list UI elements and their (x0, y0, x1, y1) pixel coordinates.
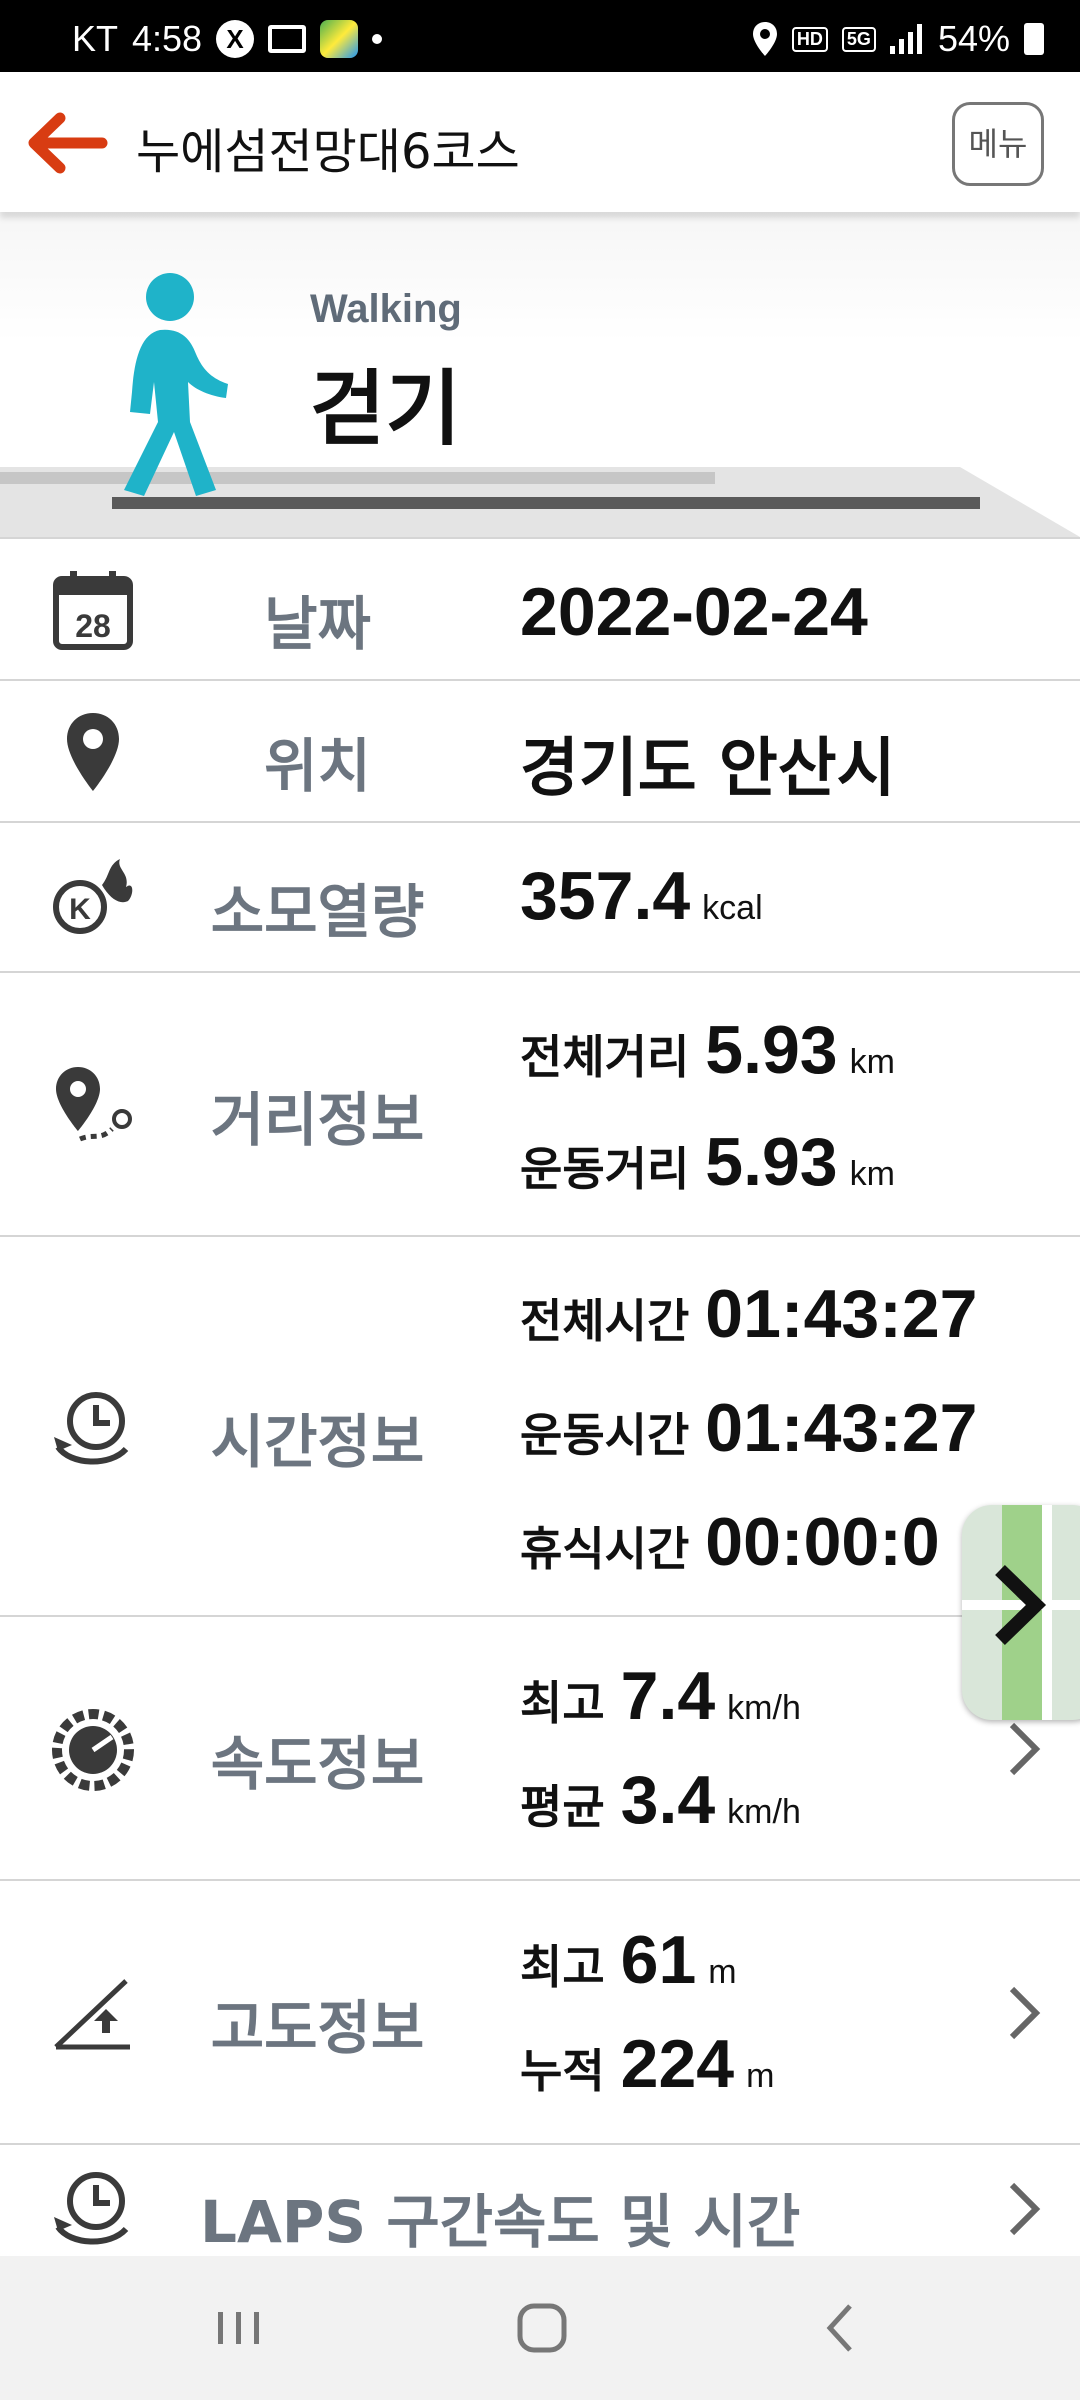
cumulative-altitude-label: 누적 (520, 2044, 605, 2098)
svg-text:28: 28 (75, 608, 111, 644)
total-distance-label: 전체거리 (520, 1030, 690, 1084)
mail-icon (268, 25, 307, 53)
route-pin-icon (50, 1063, 136, 1149)
hd-badge: HD (791, 26, 828, 52)
total-time-line: 전체시간 01:43:27 (520, 1275, 977, 1353)
total-distance-value: 5.93 (705, 1012, 838, 1088)
battery-percent: 54% (937, 18, 1010, 59)
chevron-right-icon (1009, 1722, 1041, 1776)
calories-label: 소모열량 (210, 878, 425, 946)
moving-time-line: 운동시간 01:43:27 (520, 1389, 977, 1467)
calendar-icon: 28 (50, 567, 136, 653)
rest-time-value: 00:00:0 (705, 1504, 940, 1580)
cumulative-altitude-unit: m (746, 2057, 775, 2095)
moving-distance-label: 운동거리 (520, 1142, 690, 1196)
location-value: 경기도 안산시 (520, 732, 896, 806)
distance-label: 거리정보 (210, 1086, 425, 1154)
distance-row: 거리정보 전체거리 5.93 km 운동거리 5.93 km (0, 971, 1080, 1235)
status-right: HD 5G 54% (752, 18, 1044, 60)
speedometer-icon (50, 1707, 136, 1793)
moving-distance-line: 운동거리 5.93 km (520, 1123, 895, 1201)
calories-row: K 소모열량 357.4 kcal (0, 821, 1080, 971)
page-title: 누에섬전망대6코스 (136, 124, 520, 180)
notification-dot-icon (372, 34, 383, 44)
avg-speed-label: 평균 (520, 1780, 605, 1834)
cumulative-altitude-value: 224 (620, 2026, 735, 2102)
max-speed-label: 최고 (520, 1676, 605, 1730)
recent-apps-icon[interactable] (206, 2296, 270, 2360)
chevron-right-icon (995, 1564, 1047, 1646)
time-row: 시간정보 전체시간 01:43:27 운동시간 01:43:27 휴식시간 00… (0, 1235, 1080, 1615)
chevron-right-icon (1009, 2182, 1041, 2236)
moving-distance-value: 5.93 (705, 1124, 838, 1200)
laps-label: LAPS 구간속도 및 시간 (200, 2188, 801, 2256)
back-button[interactable] (22, 108, 112, 178)
avg-speed-value: 3.4 (620, 1762, 716, 1838)
back-nav-icon[interactable] (810, 2296, 874, 2360)
max-altitude-value: 61 (620, 1922, 697, 1998)
svg-text:K: K (69, 893, 91, 926)
date-row: 28 날짜 2022-02-24 (0, 537, 1080, 679)
altitude-label: 고도정보 (210, 1994, 425, 2062)
moving-distance-unit: km (849, 1155, 895, 1193)
x-app-icon: X (216, 20, 255, 58)
moving-time-label: 운동시간 (520, 1408, 690, 1462)
status-bar: KT 4:58 X HD 5G 54% (0, 0, 1080, 72)
rest-time-label: 휴식시간 (520, 1522, 690, 1576)
kcal-flame-icon: K (50, 855, 136, 941)
system-nav-bar (0, 2256, 1080, 2400)
walking-figure-icon (110, 272, 240, 506)
slope-up-icon (50, 1971, 136, 2057)
avg-speed-unit: km/h (727, 1793, 801, 1831)
location-row: 위치 경기도 안산시 (0, 679, 1080, 821)
calories-value-line: 357.4 kcal (520, 857, 763, 935)
record-list: 28 날짜 2022-02-24 위치 경기도 안산시 K 소모열량 357.4… (0, 537, 1080, 2293)
chevron-right-icon (1009, 1986, 1041, 2040)
total-time-value: 01:43:27 (705, 1276, 978, 1352)
activity-type-en: Walking (310, 287, 462, 331)
menu-button[interactable]: 메뉴 (952, 102, 1044, 186)
signal-icon (889, 24, 922, 54)
max-speed-unit: km/h (727, 1689, 801, 1727)
clock-cycle-icon (50, 2165, 136, 2251)
rest-time-line: 휴식시간 00:00:0 (520, 1503, 940, 1581)
status-left: KT 4:58 X (72, 18, 383, 60)
calories-unit: kcal (702, 889, 763, 927)
location-label: 위치 (264, 732, 371, 800)
app-bar: 누에섬전망대6코스 메뉴 (0, 72, 1080, 212)
altitude-row[interactable]: 고도정보 최고 61 m 누적 224 m (0, 1879, 1080, 2143)
cumulative-altitude-line: 누적 224 m (520, 2025, 774, 2103)
map-preview-button[interactable] (962, 1505, 1080, 1720)
total-time-label: 전체시간 (520, 1294, 690, 1348)
activity-header: Walking 걷기 (0, 212, 1080, 537)
max-speed-value: 7.4 (620, 1658, 716, 1734)
max-speed-line: 최고 7.4 km/h (520, 1657, 801, 1735)
total-distance-line: 전체거리 5.93 km (520, 1011, 895, 1089)
arrow-left-icon (28, 112, 108, 174)
map-pin-icon (50, 709, 136, 795)
max-altitude-line: 최고 61 m (520, 1921, 737, 1999)
battery-icon (1024, 23, 1044, 55)
network-badge: 5G (841, 26, 876, 52)
home-icon[interactable] (510, 2296, 574, 2360)
avg-speed-line: 평균 3.4 km/h (520, 1761, 801, 1839)
date-value: 2022-02-24 (520, 574, 868, 650)
activity-type-ko: 걷기 (310, 362, 461, 457)
clock-cycle-icon (50, 1385, 136, 1471)
time-label: 시간정보 (210, 1408, 425, 1476)
max-altitude-label: 최고 (520, 1940, 605, 1994)
speed-row[interactable]: 속도정보 최고 7.4 km/h 평균 3.4 km/h (0, 1615, 1080, 1879)
total-distance-unit: km (849, 1043, 895, 1081)
calories-value: 357.4 (520, 858, 691, 934)
location-icon (752, 22, 777, 56)
date-label: 날짜 (264, 590, 371, 658)
maps-app-icon (320, 20, 359, 58)
moving-time-value: 01:43:27 (705, 1390, 978, 1466)
clock-time: 4:58 (132, 18, 203, 59)
carrier-label: KT (72, 18, 119, 59)
speed-label: 속도정보 (210, 1730, 425, 1798)
max-altitude-unit: m (708, 1953, 737, 1991)
